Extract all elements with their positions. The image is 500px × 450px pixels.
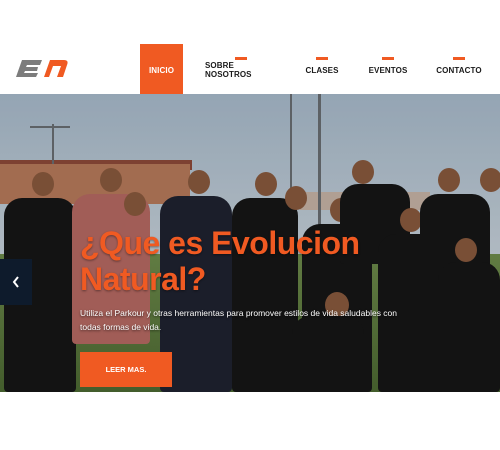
slider-prev-button[interactable]	[0, 259, 32, 305]
nav-indicator	[382, 57, 394, 60]
nav-inicio[interactable]: INICIO	[140, 44, 183, 94]
nav-clases[interactable]: CLASES	[302, 44, 342, 94]
nav-contacto-label: CONTACTO	[436, 65, 482, 75]
nav-eventos[interactable]: EVENTOS	[366, 44, 410, 94]
read-more-button[interactable]: LEER MAS.	[80, 352, 172, 387]
nav-sobre-nosotros-label: SOBRE NOSOTROS	[205, 61, 252, 79]
nav-indicator	[235, 57, 247, 60]
site-header: INICIO SOBRE NOSOTROS CLASES EVENTOS CON…	[0, 40, 500, 94]
nav-clases-label: CLASES	[305, 65, 339, 75]
nav-eventos-label: EVENTOS	[368, 65, 408, 75]
nav-indicator	[316, 57, 328, 60]
hero-slider: ¿Que es Evolucion Natural? Utiliza el Pa…	[0, 94, 500, 392]
nav-contacto[interactable]: CONTACTO	[436, 44, 482, 94]
nav-indicator	[453, 57, 465, 60]
nav-sobre-nosotros[interactable]: SOBRE NOSOTROS	[205, 44, 277, 94]
logo[interactable]	[12, 57, 70, 79]
chevron-left-icon	[12, 276, 19, 288]
hero-description: Utiliza el Parkour y otras herramientas …	[80, 308, 398, 332]
hero-title: ¿Que es Evolucion Natural?	[80, 225, 360, 297]
nav-inicio-label: INICIO	[148, 65, 175, 75]
